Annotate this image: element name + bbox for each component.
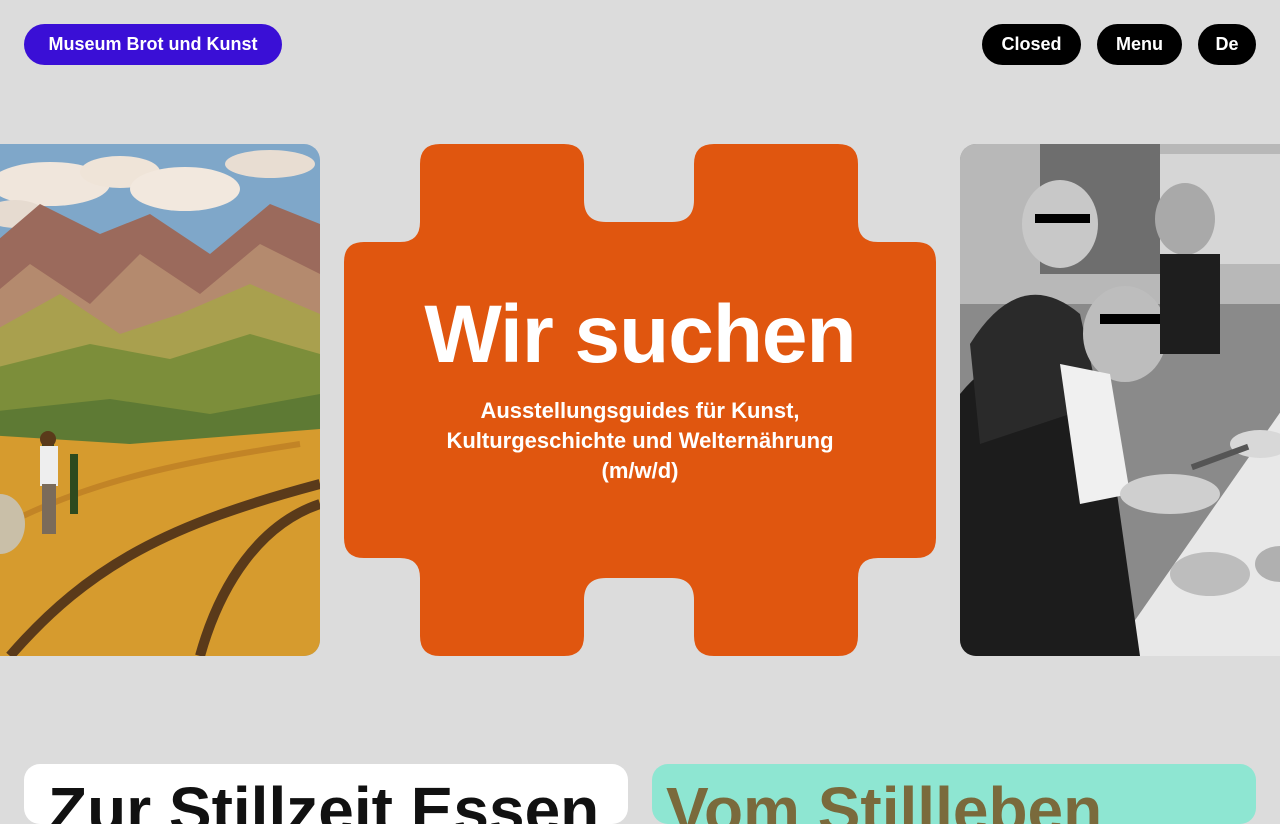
exhibition-card-title: Vom Stillleben	[666, 774, 1103, 824]
menu-button[interactable]: Menu	[1097, 24, 1182, 65]
event-card[interactable]: Zur Stillzeit Essen	[24, 764, 628, 824]
hero-subtitle-line: Kulturgeschichte und Welternährung	[446, 428, 834, 453]
opening-status-button[interactable]: Closed	[982, 24, 1081, 65]
hero-title: Wir suchen	[424, 289, 856, 380]
hero-subtitle: Ausstellungsguides für Kunst, Kulturgesc…	[344, 396, 936, 486]
event-card-title: Zur Stillzeit Essen	[48, 774, 600, 824]
museum-logo-button[interactable]: Museum Brot und Kunst	[24, 24, 282, 65]
hero-subtitle-line: Ausstellungsguides für Kunst,	[480, 398, 800, 423]
job-posting-card[interactable]: Wir suchen Ausstellungsguides für Kunst,…	[344, 144, 936, 656]
hero-subtitle-line: (m/w/d)	[601, 458, 679, 483]
language-button[interactable]: De	[1198, 24, 1256, 65]
exhibition-card[interactable]: Vom Stillleben	[652, 764, 1256, 824]
landscape-painting-image[interactable]	[0, 144, 320, 656]
dining-photo-image[interactable]	[960, 144, 1280, 656]
